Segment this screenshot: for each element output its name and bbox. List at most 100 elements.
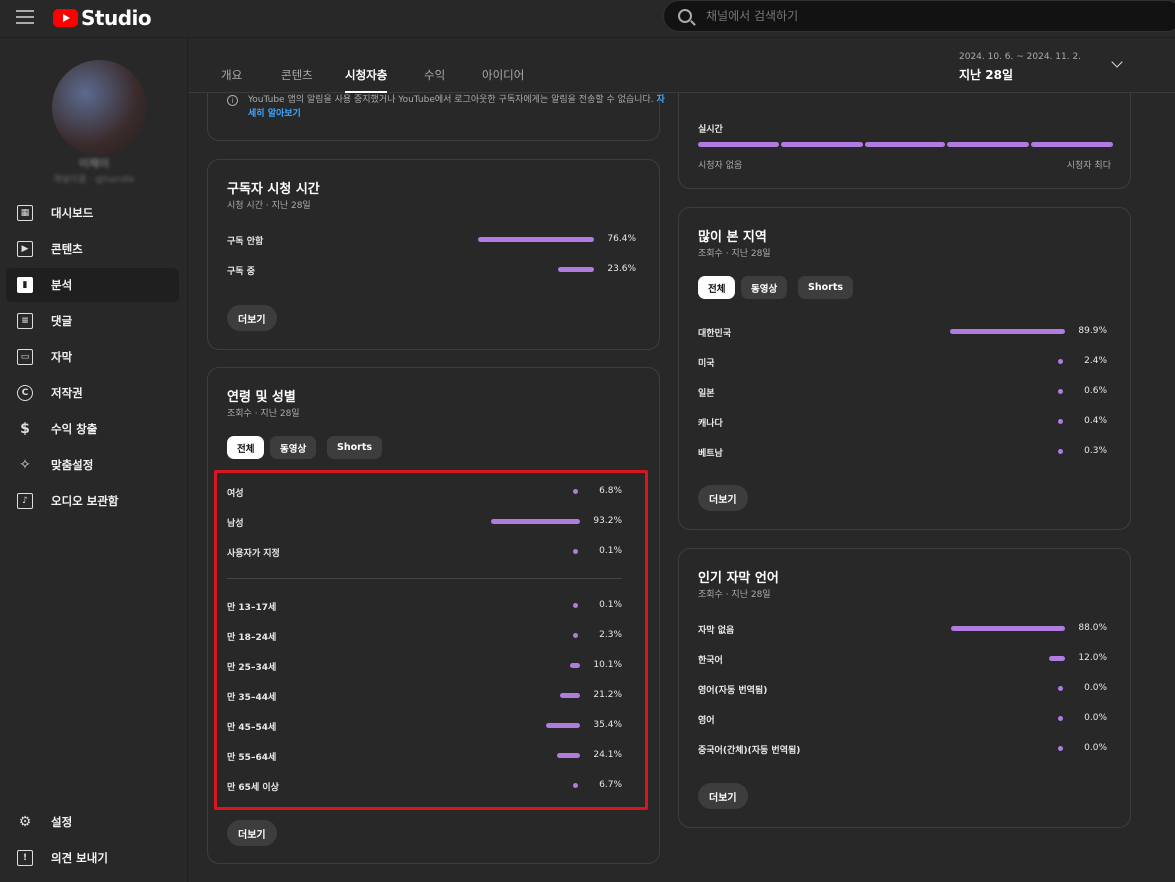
tab-revenue[interactable]: 수익 bbox=[424, 67, 445, 83]
row-label: 중국어(간체)(자동 번역됨) bbox=[698, 746, 801, 756]
tab-ideas[interactable]: 아이디어 bbox=[482, 67, 524, 83]
list-item: 미국 2.4% bbox=[698, 354, 1107, 370]
list-item: 구독 안함 76.4% bbox=[227, 232, 636, 248]
top-bar: Studio bbox=[0, 0, 1175, 38]
row-value: 12.0% bbox=[1078, 653, 1107, 663]
chip-all[interactable]: 전체 bbox=[227, 436, 265, 459]
card-title: 구독자 시청 시간 bbox=[227, 182, 320, 197]
chevron-down-icon[interactable] bbox=[1111, 56, 1123, 68]
studio-logo[interactable]: Studio bbox=[53, 6, 152, 30]
search-icon[interactable] bbox=[678, 9, 692, 23]
search-input[interactable] bbox=[706, 9, 1106, 23]
chip-shorts[interactable]: Shorts bbox=[798, 276, 854, 299]
list-item: 중국어(간체)(자동 번역됨) 0.0% bbox=[698, 741, 1107, 757]
sidebar-item-customization[interactable]: ✧ 맞춤설정 bbox=[6, 448, 179, 482]
sidebar-item-copyright[interactable]: C 저작권 bbox=[6, 376, 179, 410]
channel-name: 이채이 bbox=[78, 157, 110, 170]
sidebar-item-label: 맞춤설정 bbox=[51, 458, 94, 472]
list-item: 영어(자동 번역됨) 0.0% bbox=[698, 681, 1107, 697]
subtitles-icon: ▭ bbox=[17, 349, 33, 365]
info-icon: i bbox=[227, 95, 238, 106]
list-item: 영어 0.0% bbox=[698, 711, 1107, 727]
customization-icon: ✧ bbox=[19, 457, 31, 473]
sidebar-item-audio-library[interactable]: ♪ 오디오 보관함 bbox=[6, 484, 179, 518]
card-subtitle: 조회수 · 지난 28일 bbox=[698, 249, 771, 259]
see-more-button[interactable]: 더보기 bbox=[227, 820, 277, 846]
date-period-label[interactable]: 지난 28일 bbox=[959, 66, 1013, 83]
sidebar-item-settings[interactable]: ⚙ 설정 bbox=[6, 805, 179, 839]
sidebar-item-label: 대시보드 bbox=[51, 206, 94, 220]
sidebar: 이채이 채널이름 · @handle ▦ 대시보드 ▶ 콘텐츠 ▮ 분석 ≡ 댓… bbox=[0, 38, 188, 882]
notice-message: YouTube 앱의 알림을 사용 중지했거나 YouTube에서 로그아웃한 … bbox=[248, 95, 654, 105]
card-title: 연령 및 성별 bbox=[227, 390, 296, 405]
chip-videos[interactable]: 동영상 bbox=[741, 276, 788, 299]
notice-text: YouTube 앱의 알림을 사용 중지했거나 YouTube에서 로그아웃한 … bbox=[248, 93, 668, 121]
sidebar-item-label: 저작권 bbox=[51, 386, 83, 400]
comments-icon: ≡ bbox=[17, 313, 33, 329]
row-value: 76.4% bbox=[607, 234, 636, 244]
tab-audience[interactable]: 시청자층 bbox=[345, 67, 388, 93]
realtime-segment bbox=[947, 142, 1029, 147]
sidebar-item-content[interactable]: ▶ 콘텐츠 bbox=[6, 232, 179, 266]
row-value: 23.6% bbox=[607, 264, 636, 274]
see-more-button[interactable]: 더보기 bbox=[698, 485, 748, 511]
card-subtitle: 조회수 · 지난 28일 bbox=[227, 409, 300, 419]
realtime-max-label: 시청자 최다 bbox=[1066, 161, 1111, 171]
row-label: 대한민국 bbox=[698, 329, 732, 339]
bar-dot bbox=[1058, 686, 1063, 691]
list-item: 일본 0.6% bbox=[698, 384, 1107, 400]
bar bbox=[951, 626, 1065, 631]
realtime-segment bbox=[781, 142, 863, 147]
list-item: 자막 없음 88.0% bbox=[698, 621, 1107, 637]
realtime-segment bbox=[698, 142, 779, 147]
realtime-segment bbox=[1031, 142, 1113, 147]
sidebar-item-monetization[interactable]: $ 수익 창출 bbox=[6, 412, 179, 446]
list-item: 구독 중 23.6% bbox=[227, 262, 636, 278]
list-item: 캐나다 0.4% bbox=[698, 414, 1107, 430]
content-icon: ▶ bbox=[17, 241, 33, 257]
row-label: 일본 bbox=[698, 389, 715, 399]
row-label: 영어(자동 번역됨) bbox=[698, 686, 768, 696]
channel-handle: 채널이름 · @handle bbox=[53, 175, 135, 185]
chip-videos[interactable]: 동영상 bbox=[270, 436, 317, 459]
feedback-icon: ! bbox=[17, 850, 33, 866]
bar bbox=[950, 329, 1065, 334]
menu-icon[interactable] bbox=[16, 10, 34, 26]
row-label: 구독 중 bbox=[227, 267, 255, 277]
sidebar-item-label: 콘텐츠 bbox=[51, 242, 83, 256]
bar bbox=[558, 267, 594, 272]
see-more-button[interactable]: 더보기 bbox=[698, 783, 748, 809]
chip-shorts[interactable]: Shorts bbox=[327, 436, 383, 459]
tab-content[interactable]: 콘텐츠 bbox=[281, 67, 313, 83]
row-label: 베트남 bbox=[698, 449, 723, 459]
card-subtitle: 조회수 · 지난 28일 bbox=[698, 590, 771, 600]
logo-text: Studio bbox=[81, 6, 152, 30]
sidebar-item-subtitles[interactable]: ▭ 자막 bbox=[6, 340, 179, 374]
sidebar-item-label: 의견 보내기 bbox=[51, 851, 108, 865]
channel-avatar[interactable] bbox=[52, 60, 147, 155]
bar-dot bbox=[1058, 716, 1063, 721]
row-label: 미국 bbox=[698, 359, 715, 369]
audio-library-icon: ♪ bbox=[17, 493, 33, 509]
see-more-button[interactable]: 더보기 bbox=[227, 305, 277, 331]
sidebar-item-label: 설정 bbox=[51, 815, 73, 829]
analytics-tabs-bar: 개요 콘텐츠 시청자층 수익 아이디어 2024. 10. 6. ~ 2024.… bbox=[189, 38, 1175, 93]
copyright-icon: C bbox=[17, 385, 33, 401]
sidebar-item-label: 댓글 bbox=[51, 314, 73, 328]
main-content: i YouTube 앱의 알림을 사용 중지했거나 YouTube에서 로그아웃… bbox=[189, 93, 1175, 882]
chip-all[interactable]: 전체 bbox=[698, 276, 736, 299]
search-box[interactable] bbox=[663, 0, 1175, 32]
dashboard-icon: ▦ bbox=[17, 205, 33, 221]
row-label: 구독 안함 bbox=[227, 237, 264, 247]
sidebar-item-feedback[interactable]: ! 의견 보내기 bbox=[6, 841, 179, 875]
youtube-logo-icon bbox=[53, 9, 78, 27]
tab-overview[interactable]: 개요 bbox=[221, 67, 242, 83]
sidebar-item-analytics[interactable]: ▮ 분석 bbox=[6, 268, 179, 302]
sidebar-item-dashboard[interactable]: ▦ 대시보드 bbox=[6, 196, 179, 230]
sidebar-item-label: 수익 창출 bbox=[51, 422, 98, 436]
realtime-segment bbox=[865, 142, 945, 147]
sidebar-item-comments[interactable]: ≡ 댓글 bbox=[6, 304, 179, 338]
sidebar-item-label: 분석 bbox=[51, 278, 73, 292]
realtime-card: 실시간 시청자 없음 시청자 최다 bbox=[678, 93, 1131, 189]
card-title: 많이 본 지역 bbox=[698, 230, 767, 245]
